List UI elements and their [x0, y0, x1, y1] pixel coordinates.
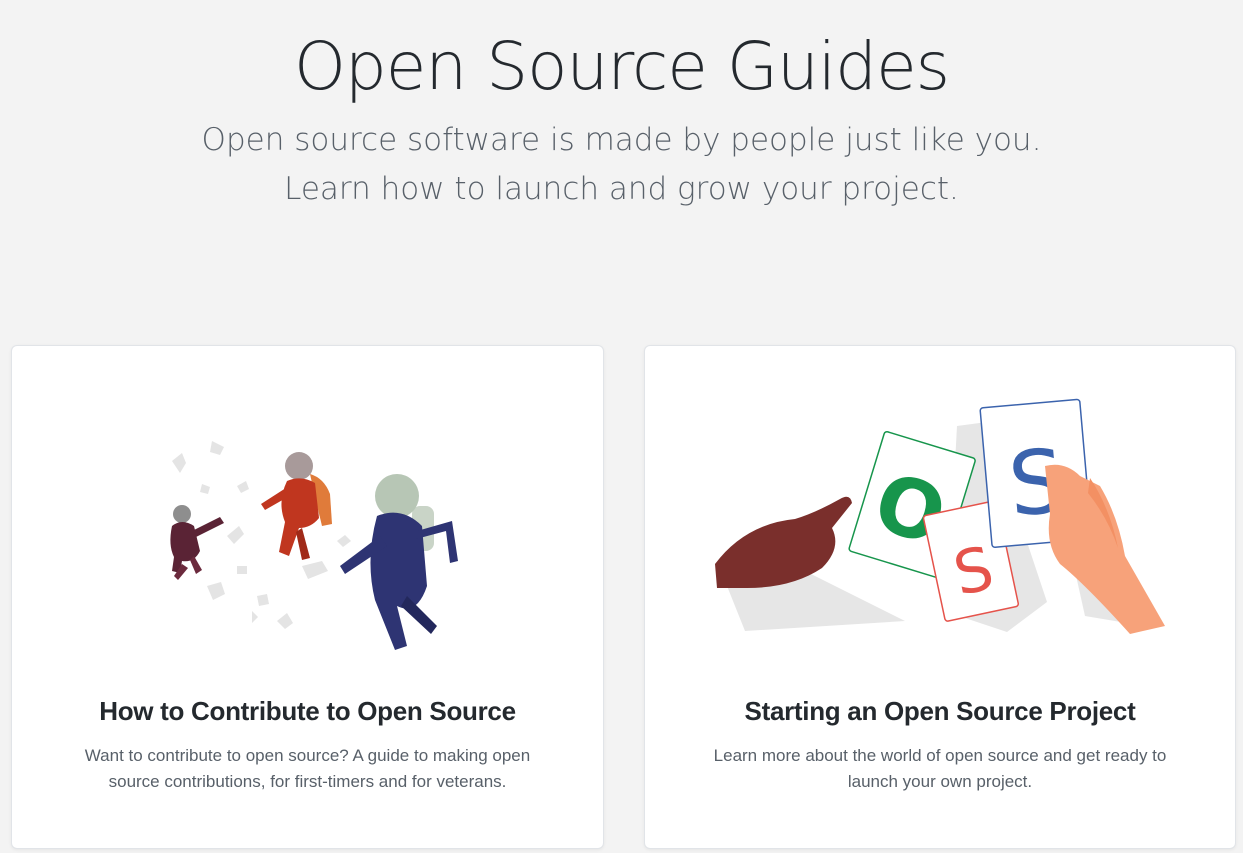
astronauts-illustration — [170, 441, 458, 650]
guide-card-starting-a-project[interactable]: O S S Starting an Open Source Project Le… — [644, 345, 1236, 849]
hero-lead-line-2: Learn how to launch and grow your projec… — [284, 171, 959, 207]
guide-card-how-to-contribute[interactable]: How to Contribute to Open Source Want to… — [11, 345, 604, 849]
oss-cards-illustration: O S S — [715, 398, 1165, 634]
guide-card-description: Learn more about the world of open sourc… — [713, 746, 1167, 791]
hero-lead: Open source software is made by people j… — [0, 116, 1243, 214]
guide-card-description: Want to contribute to open source? A gui… — [84, 746, 531, 791]
small-astronaut — [170, 505, 224, 580]
guide-card-title: How to Contribute to Open Source — [99, 696, 516, 726]
red-astronaut — [261, 452, 332, 560]
page-title: Open Source Guides — [293, 28, 950, 105]
guide-card-title: Starting an Open Source Project — [744, 696, 1136, 726]
pointing-hand — [715, 496, 852, 588]
blue-astronaut — [340, 474, 458, 650]
hero-lead-line-1: Open source software is made by people j… — [201, 122, 1042, 158]
